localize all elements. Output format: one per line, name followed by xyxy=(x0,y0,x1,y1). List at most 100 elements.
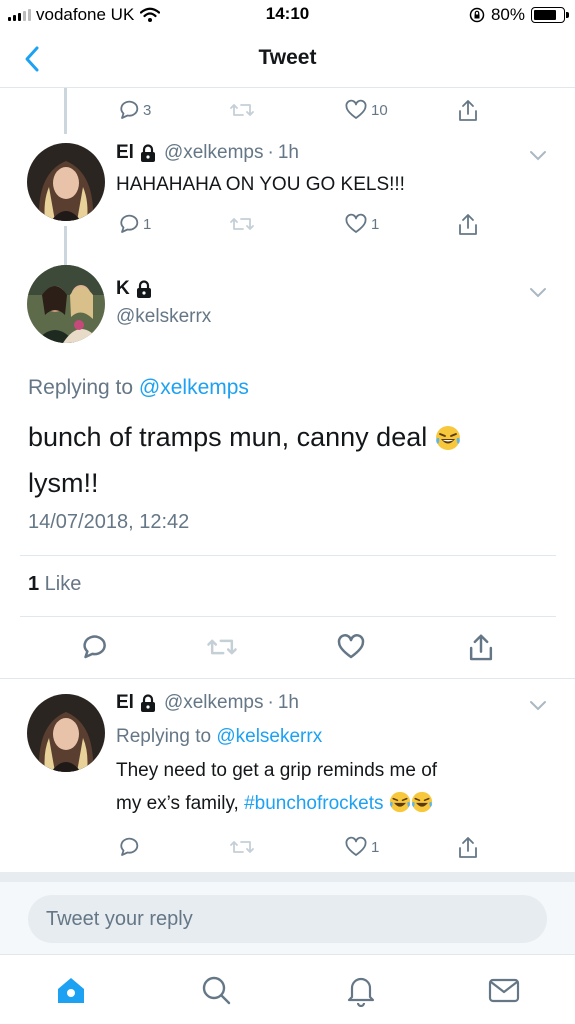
focus-tweet-text: bunch of tramps mun, canny deal lysm!! xyxy=(28,414,538,506)
likes-summary[interactable]: 1 Like xyxy=(28,573,81,596)
handle[interactable]: @xelkemps xyxy=(164,142,264,164)
status-bar: vodafone UK 14:10 80% xyxy=(0,0,575,30)
retweet-button[interactable] xyxy=(229,212,255,236)
tweet-actions: 1 1 xyxy=(116,212,496,238)
handle-line: @kelskerrx xyxy=(116,306,211,328)
share-button[interactable] xyxy=(456,212,480,238)
share-button[interactable] xyxy=(456,835,480,861)
like-button[interactable] xyxy=(336,632,366,662)
like-count: 10 xyxy=(371,101,388,119)
lock-icon xyxy=(136,280,151,298)
like-count: 1 xyxy=(371,838,380,856)
avatar[interactable] xyxy=(27,143,105,221)
heart-icon xyxy=(345,213,367,233)
reply-composer xyxy=(0,882,575,954)
retweet-button[interactable] xyxy=(206,632,238,662)
reply-count: 1 xyxy=(143,215,152,233)
reply-icon xyxy=(120,214,139,233)
like-total: 1 xyxy=(28,573,40,595)
reply-button[interactable] xyxy=(78,632,108,662)
heart-icon xyxy=(337,634,365,659)
like-count: 1 xyxy=(371,215,380,233)
tweet-text: They need to get a grip reminds me of my… xyxy=(116,754,546,820)
hashtag-link[interactable]: #bunchofrockets xyxy=(244,793,383,814)
display-name: El xyxy=(116,692,134,713)
separator-dot: · xyxy=(267,142,274,163)
reply-input[interactable] xyxy=(28,895,547,943)
share-icon xyxy=(469,634,493,661)
replying-prefix: Replying to xyxy=(116,726,217,747)
retweet-button[interactable] xyxy=(229,835,255,859)
tweet-text: HAHAHAHA ON YOU GO KELS!!! xyxy=(116,174,405,195)
messages-icon[interactable] xyxy=(487,973,521,1007)
share-icon xyxy=(459,214,477,235)
reply-button[interactable]: 1 xyxy=(116,212,151,236)
chevron-down-icon[interactable] xyxy=(529,699,547,711)
divider xyxy=(20,555,556,556)
retweet-icon xyxy=(230,841,254,853)
tweet-text-part1: They need to get a grip reminds me of xyxy=(116,760,438,781)
like-button[interactable]: 10 xyxy=(344,98,388,122)
divider xyxy=(0,872,575,882)
chevron-down-icon[interactable] xyxy=(529,286,547,298)
lock-icon xyxy=(140,694,155,712)
replying-to-link[interactable]: @xelkemps xyxy=(139,376,249,399)
like-button[interactable]: 1 xyxy=(344,835,379,859)
avatar-photo xyxy=(27,143,105,221)
reply-icon xyxy=(120,100,139,119)
focus-text-part2: lysm!! xyxy=(28,468,99,498)
replying-to: Replying to @kelsekerrx xyxy=(116,720,322,753)
chevron-down-icon[interactable] xyxy=(529,149,547,161)
display-name: K xyxy=(116,278,130,299)
avatar-photo xyxy=(27,694,105,772)
rotation-lock-icon xyxy=(469,7,485,23)
reply-icon xyxy=(83,635,106,659)
tab-bar xyxy=(0,954,575,1024)
display-name: El xyxy=(116,142,134,163)
battery-percent: 80% xyxy=(490,5,525,24)
separator-dot: · xyxy=(267,692,274,713)
retweet-icon xyxy=(230,218,254,230)
thread-line xyxy=(64,226,67,266)
divider xyxy=(20,616,556,617)
focus-text-part1: bunch of tramps mun, canny deal xyxy=(28,422,435,452)
retweet-button[interactable] xyxy=(229,98,255,122)
share-icon xyxy=(459,837,477,858)
handle[interactable]: @xelkemps xyxy=(164,692,264,714)
notifications-icon[interactable] xyxy=(344,973,378,1007)
divider xyxy=(0,678,575,679)
share-icon xyxy=(459,100,477,121)
page-title: Tweet xyxy=(258,46,317,69)
laughing-tears-emoji-icon xyxy=(389,791,410,813)
avatar[interactable] xyxy=(27,694,105,772)
replying-to-link[interactable]: @kelsekerrx xyxy=(216,726,322,747)
tweet-actions: 1 xyxy=(116,835,496,861)
tweet-date: 14/07/2018, 12:42 xyxy=(28,511,190,533)
tweet-header: El @xelkemps · 1h xyxy=(116,142,299,164)
timestamp: 1h xyxy=(277,142,299,163)
retweet-icon xyxy=(207,639,237,655)
replying-prefix: Replying to xyxy=(28,376,139,399)
share-button[interactable] xyxy=(466,632,496,664)
replying-to: Replying to @xelkemps xyxy=(28,376,249,400)
tweet-header: K xyxy=(116,278,160,300)
reply-button[interactable] xyxy=(116,835,140,859)
reply-count: 3 xyxy=(143,101,152,119)
like-label: Like xyxy=(39,573,82,595)
share-button[interactable] xyxy=(456,98,480,124)
timestamp: 1h xyxy=(277,692,299,713)
battery-icon xyxy=(531,7,569,23)
like-button[interactable]: 1 xyxy=(344,212,379,236)
tweet-header: El @xelkemps · 1h xyxy=(116,692,299,714)
search-icon[interactable] xyxy=(199,973,233,1007)
heart-icon xyxy=(345,836,367,856)
home-icon[interactable] xyxy=(54,973,88,1007)
tweet-text-part2: my ex’s family, xyxy=(116,793,245,814)
nav-bar: Tweet xyxy=(0,30,575,88)
avatar-photo xyxy=(27,265,105,343)
avatar[interactable] xyxy=(27,265,105,343)
lock-icon xyxy=(140,144,155,162)
handle[interactable]: @kelskerrx xyxy=(116,306,211,328)
reply-button[interactable]: 3 xyxy=(116,98,151,122)
heart-icon xyxy=(345,99,367,119)
